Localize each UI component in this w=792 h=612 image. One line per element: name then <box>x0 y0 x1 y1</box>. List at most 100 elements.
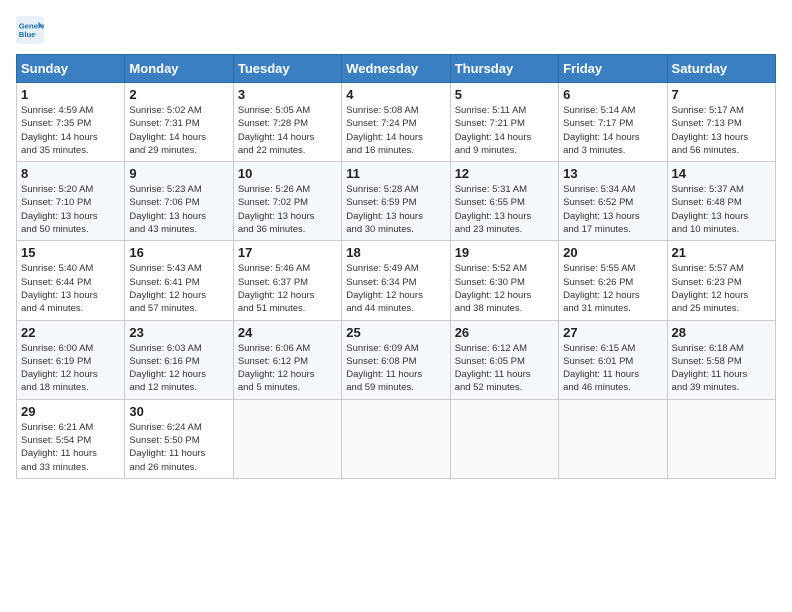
day-info: Sunrise: 5:40 AM Sunset: 6:44 PM Dayligh… <box>21 262 120 315</box>
day-info: Sunrise: 6:00 AM Sunset: 6:19 PM Dayligh… <box>21 342 120 395</box>
day-number: 13 <box>563 166 662 181</box>
day-info: Sunrise: 6:18 AM Sunset: 5:58 PM Dayligh… <box>672 342 771 395</box>
day-info: Sunrise: 5:23 AM Sunset: 7:06 PM Dayligh… <box>129 183 228 236</box>
calendar-day-cell: 16Sunrise: 5:43 AM Sunset: 6:41 PM Dayli… <box>125 241 233 320</box>
calendar-week-row: 8 Sunrise: 5:20 AM Sunset: 7:10 PM Daylig… <box>17 162 776 241</box>
empty-cell <box>342 399 450 478</box>
calendar-day-cell: 12 Sunrise: 5:31 AM Sunset: 6:55 PM Dayli… <box>450 162 558 241</box>
day-number: 4 <box>346 87 445 102</box>
day-number: 22 <box>21 325 120 340</box>
calendar-day-cell: 8 Sunrise: 5:20 AM Sunset: 7:10 PM Daylig… <box>17 162 125 241</box>
calendar-day-cell: 15 Sunrise: 5:40 AM Sunset: 6:44 PM Dayli… <box>17 241 125 320</box>
calendar-week-row: 29 Sunrise: 6:21 AM Sunset: 5:54 PM Dayli… <box>17 399 776 478</box>
calendar-day-cell: 30Sunrise: 6:24 AM Sunset: 5:50 PM Dayli… <box>125 399 233 478</box>
calendar-day-cell: 7 Sunrise: 5:17 AM Sunset: 7:13 PM Daylig… <box>667 83 775 162</box>
calendar-day-cell: 11 Sunrise: 5:28 AM Sunset: 6:59 PM Dayli… <box>342 162 450 241</box>
weekday-header: Sunday <box>17 55 125 83</box>
calendar-day-cell: 21 Sunrise: 5:57 AM Sunset: 6:23 PM Dayli… <box>667 241 775 320</box>
empty-cell <box>559 399 667 478</box>
day-info: Sunrise: 5:11 AM Sunset: 7:21 PM Dayligh… <box>455 104 554 157</box>
day-info: Sunrise: 5:28 AM Sunset: 6:59 PM Dayligh… <box>346 183 445 236</box>
day-info: Sunrise: 5:57 AM Sunset: 6:23 PM Dayligh… <box>672 262 771 315</box>
day-number: 24 <box>238 325 337 340</box>
day-number: 17 <box>238 245 337 260</box>
calendar-day-cell: 10 Sunrise: 5:26 AM Sunset: 7:02 PM Dayli… <box>233 162 341 241</box>
calendar-week-row: 22 Sunrise: 6:00 AM Sunset: 6:19 PM Dayli… <box>17 320 776 399</box>
svg-text:Blue: Blue <box>19 30 36 39</box>
calendar-day-cell: 25Sunrise: 6:09 AM Sunset: 6:08 PM Dayli… <box>342 320 450 399</box>
day-info: Sunrise: 5:49 AM Sunset: 6:34 PM Dayligh… <box>346 262 445 315</box>
calendar-day-cell: 19Sunrise: 5:52 AM Sunset: 6:30 PM Dayli… <box>450 241 558 320</box>
calendar-week-row: 15 Sunrise: 5:40 AM Sunset: 6:44 PM Dayli… <box>17 241 776 320</box>
day-info: Sunrise: 6:03 AM Sunset: 6:16 PM Dayligh… <box>129 342 228 395</box>
day-number: 28 <box>672 325 771 340</box>
calendar-day-cell: 5 Sunrise: 5:11 AM Sunset: 7:21 PM Daylig… <box>450 83 558 162</box>
day-info: Sunrise: 5:17 AM Sunset: 7:13 PM Dayligh… <box>672 104 771 157</box>
calendar-week-row: 1 Sunrise: 4:59 AM Sunset: 7:35 PM Daylig… <box>17 83 776 162</box>
calendar-day-cell: 2 Sunrise: 5:02 AM Sunset: 7:31 PM Daylig… <box>125 83 233 162</box>
day-info: Sunrise: 6:24 AM Sunset: 5:50 PM Dayligh… <box>129 421 228 474</box>
day-info: Sunrise: 5:55 AM Sunset: 6:26 PM Dayligh… <box>563 262 662 315</box>
day-info: Sunrise: 6:12 AM Sunset: 6:05 PM Dayligh… <box>455 342 554 395</box>
day-number: 18 <box>346 245 445 260</box>
day-number: 14 <box>672 166 771 181</box>
day-number: 19 <box>455 245 554 260</box>
day-info: Sunrise: 4:59 AM Sunset: 7:35 PM Dayligh… <box>21 104 120 157</box>
weekday-header: Saturday <box>667 55 775 83</box>
day-number: 23 <box>129 325 228 340</box>
calendar-day-cell: 14 Sunrise: 5:37 AM Sunset: 6:48 PM Dayli… <box>667 162 775 241</box>
day-number: 1 <box>21 87 120 102</box>
day-info: Sunrise: 5:46 AM Sunset: 6:37 PM Dayligh… <box>238 262 337 315</box>
day-info: Sunrise: 5:05 AM Sunset: 7:28 PM Dayligh… <box>238 104 337 157</box>
day-info: Sunrise: 5:14 AM Sunset: 7:17 PM Dayligh… <box>563 104 662 157</box>
calendar-day-cell: 20 Sunrise: 5:55 AM Sunset: 6:26 PM Dayli… <box>559 241 667 320</box>
calendar-day-cell: 3Sunrise: 5:05 AM Sunset: 7:28 PM Daylig… <box>233 83 341 162</box>
day-number: 12 <box>455 166 554 181</box>
day-number: 27 <box>563 325 662 340</box>
weekday-header: Friday <box>559 55 667 83</box>
day-info: Sunrise: 5:43 AM Sunset: 6:41 PM Dayligh… <box>129 262 228 315</box>
day-info: Sunrise: 6:21 AM Sunset: 5:54 PM Dayligh… <box>21 421 120 474</box>
calendar-day-cell: 22 Sunrise: 6:00 AM Sunset: 6:19 PM Dayli… <box>17 320 125 399</box>
day-number: 21 <box>672 245 771 260</box>
logo: General Blue <box>16 16 44 44</box>
calendar-day-cell: 9Sunrise: 5:23 AM Sunset: 7:06 PM Daylig… <box>125 162 233 241</box>
empty-cell <box>450 399 558 478</box>
day-number: 2 <box>129 87 228 102</box>
day-info: Sunrise: 6:15 AM Sunset: 6:01 PM Dayligh… <box>563 342 662 395</box>
day-info: Sunrise: 5:31 AM Sunset: 6:55 PM Dayligh… <box>455 183 554 236</box>
day-number: 7 <box>672 87 771 102</box>
day-info: Sunrise: 5:26 AM Sunset: 7:02 PM Dayligh… <box>238 183 337 236</box>
day-number: 29 <box>21 404 120 419</box>
day-number: 11 <box>346 166 445 181</box>
calendar-header: SundayMondayTuesdayWednesdayThursdayFrid… <box>17 55 776 83</box>
logo-icon: General Blue <box>16 16 44 44</box>
weekday-header: Thursday <box>450 55 558 83</box>
calendar-day-cell: 28 Sunrise: 6:18 AM Sunset: 5:58 PM Dayli… <box>667 320 775 399</box>
weekday-header: Monday <box>125 55 233 83</box>
calendar-day-cell: 4 Sunrise: 5:08 AM Sunset: 7:24 PM Daylig… <box>342 83 450 162</box>
calendar-day-cell: 27 Sunrise: 6:15 AM Sunset: 6:01 PM Dayli… <box>559 320 667 399</box>
calendar-day-cell: 1 Sunrise: 4:59 AM Sunset: 7:35 PM Daylig… <box>17 83 125 162</box>
day-number: 10 <box>238 166 337 181</box>
day-number: 6 <box>563 87 662 102</box>
weekday-header: Wednesday <box>342 55 450 83</box>
day-info: Sunrise: 5:34 AM Sunset: 6:52 PM Dayligh… <box>563 183 662 236</box>
calendar-day-cell: 24 Sunrise: 6:06 AM Sunset: 6:12 PM Dayli… <box>233 320 341 399</box>
calendar-day-cell: 26Sunrise: 6:12 AM Sunset: 6:05 PM Dayli… <box>450 320 558 399</box>
day-info: Sunrise: 5:08 AM Sunset: 7:24 PM Dayligh… <box>346 104 445 157</box>
day-info: Sunrise: 6:06 AM Sunset: 6:12 PM Dayligh… <box>238 342 337 395</box>
calendar-table: SundayMondayTuesdayWednesdayThursdayFrid… <box>16 54 776 479</box>
day-info: Sunrise: 5:37 AM Sunset: 6:48 PM Dayligh… <box>672 183 771 236</box>
day-number: 8 <box>21 166 120 181</box>
day-info: Sunrise: 5:02 AM Sunset: 7:31 PM Dayligh… <box>129 104 228 157</box>
day-info: Sunrise: 5:20 AM Sunset: 7:10 PM Dayligh… <box>21 183 120 236</box>
day-number: 15 <box>21 245 120 260</box>
calendar-day-cell: 29 Sunrise: 6:21 AM Sunset: 5:54 PM Dayli… <box>17 399 125 478</box>
day-number: 25 <box>346 325 445 340</box>
calendar-day-cell: 6 Sunrise: 5:14 AM Sunset: 7:17 PM Daylig… <box>559 83 667 162</box>
calendar-day-cell: 13 Sunrise: 5:34 AM Sunset: 6:52 PM Dayli… <box>559 162 667 241</box>
calendar-day-cell: 17 Sunrise: 5:46 AM Sunset: 6:37 PM Dayli… <box>233 241 341 320</box>
day-number: 20 <box>563 245 662 260</box>
day-number: 5 <box>455 87 554 102</box>
